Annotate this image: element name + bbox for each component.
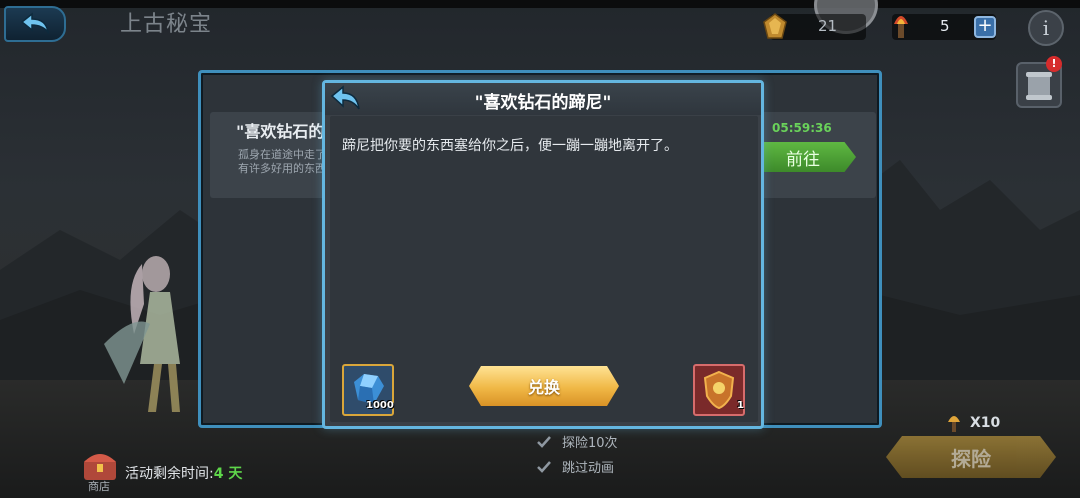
checkmark-icon [537,460,551,473]
dialog-message: 蹄尼把你要的东西塞给你之后，便一蹦一蹦地离开了。 [342,138,678,154]
gem-icon [763,13,787,39]
event-remaining-days: 4 天 [213,466,243,482]
event-card-description: 孤身在道途中走了 有许多好用的东西 [238,148,322,175]
torch-icon [894,16,908,38]
gem-value: 21 [818,17,838,35]
event-remaining-prefix: 活动剩余时间: [125,466,214,482]
page-title: 上古秘宝 [120,12,213,37]
receive-item-count: 1 [737,400,744,411]
explore-multiplier: X10 [944,412,1000,434]
shop-label: 商店 [88,480,110,493]
torch-icon [948,416,960,432]
option-skip-animation[interactable]: 跳过动画 [536,457,614,476]
explore-button[interactable]: 探险 [886,436,1056,478]
checkmark-icon [537,435,551,448]
notification-badge: ! [1046,56,1062,72]
multiplier-label: X10 [970,415,1001,431]
event-card-title: "喜欢钻石的 [236,122,325,141]
info-button[interactable]: i [1028,10,1064,46]
explore-label: 探险 [951,446,991,471]
option-explore-10[interactable]: 探险10次 [536,432,618,451]
hero-character [104,256,180,412]
exchange-button[interactable]: 兑换 [469,366,619,406]
dialog-title: "喜欢钻石的蹄尼" [474,93,612,113]
fuel-value: 5 [940,17,950,35]
back-button[interactable] [4,6,66,42]
give-item-count: 1000 [366,400,394,411]
option-label: 探险10次 [562,436,618,451]
event-remaining-time: 活动剩余时间:4 天 [125,463,242,483]
event-timer: 05:59:36 [772,121,832,135]
add-fuel-button[interactable]: + [974,16,996,38]
goto-label: 前往 [786,149,820,170]
option-label: 跳过动画 [562,461,615,476]
goto-button[interactable]: 前往 [760,142,856,172]
exchange-label: 兑换 [527,378,560,397]
back-arrow-icon [20,12,50,35]
shield-icon [703,370,735,410]
